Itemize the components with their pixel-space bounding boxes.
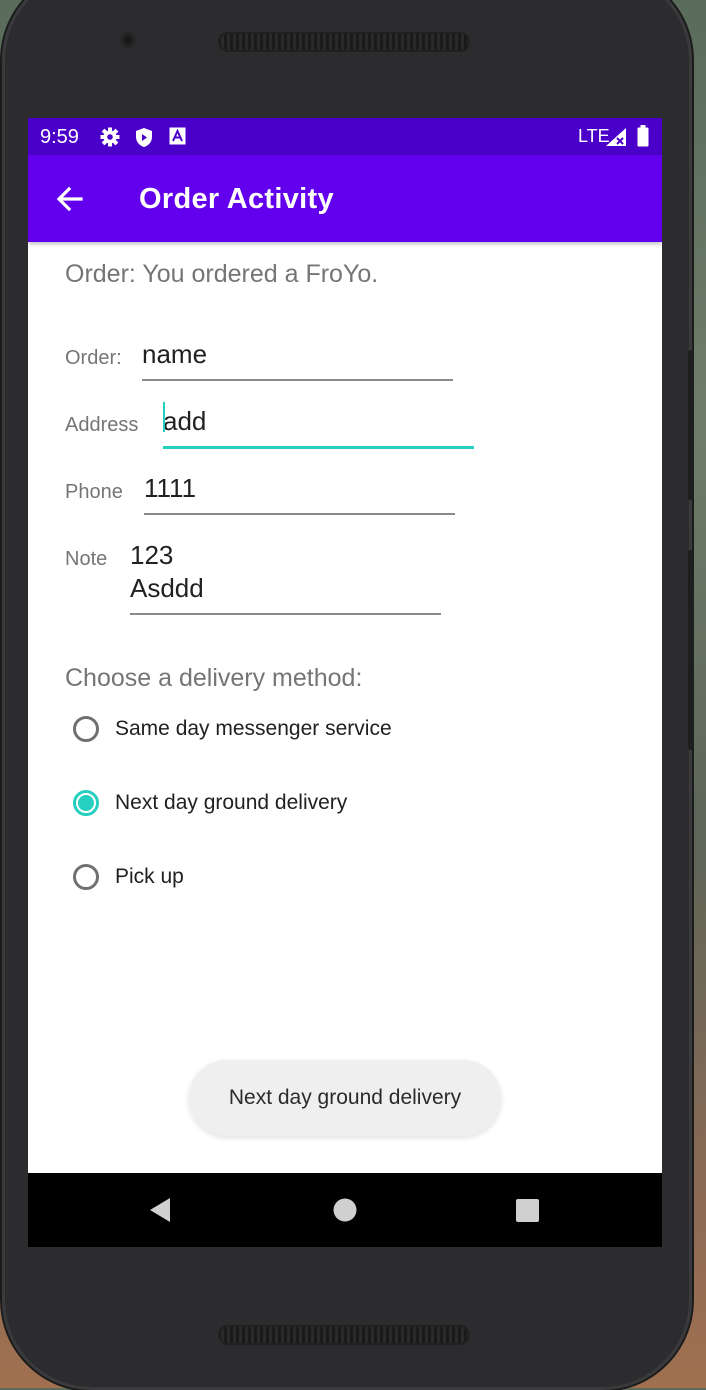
radio-dot — [78, 795, 94, 811]
nav-back-button[interactable] — [147, 1195, 173, 1230]
nav-home-button[interactable] — [333, 1195, 357, 1230]
address-label: Address — [65, 414, 139, 436]
delivery-method-heading: Choose a delivery method: — [65, 664, 363, 692]
font-a-icon — [169, 127, 186, 151]
app-bar: Order Activity — [28, 155, 662, 242]
system-nav-bar — [28, 1173, 662, 1247]
radio-button-unchecked-icon — [73, 716, 99, 742]
gear-icon — [100, 127, 120, 153]
toast-message: Next day ground delivery — [189, 1060, 501, 1136]
order-summary-text: Order: You ordered a FroYo. — [65, 260, 379, 288]
radio-same-day[interactable]: Same day messenger service — [73, 712, 413, 752]
bottom-speaker — [218, 1325, 470, 1345]
text-cursor — [163, 402, 165, 432]
radio-next-day[interactable]: Next day ground delivery — [73, 786, 373, 826]
phone-field[interactable]: 1111 — [144, 472, 455, 515]
earpiece-speaker — [218, 32, 470, 52]
front-camera — [120, 32, 136, 48]
power-button[interactable] — [688, 550, 694, 750]
status-time: 9:59 — [40, 126, 79, 148]
screen: 9:59 LTE Order Activity Order: You order… — [28, 118, 662, 1247]
signal-icon — [605, 127, 627, 153]
battery-icon — [637, 125, 649, 153]
radio-label: Next day ground delivery — [115, 791, 348, 814]
address-field[interactable]: add — [163, 405, 474, 449]
radio-pick-up[interactable]: Pick up — [73, 860, 233, 900]
note-field[interactable]: 123 Asddd — [130, 539, 441, 615]
radio-label: Same day messenger service — [115, 717, 392, 740]
order-label: Order: — [65, 347, 122, 369]
phone-label: Phone — [65, 481, 123, 503]
nav-recents-button[interactable] — [515, 1195, 541, 1230]
volume-button[interactable] — [688, 350, 694, 500]
arrow-back-icon — [56, 186, 83, 212]
radio-label: Pick up — [115, 865, 184, 888]
shield-play-icon — [134, 127, 154, 154]
radio-button-unchecked-icon — [73, 864, 99, 890]
status-bar: 9:59 LTE — [28, 118, 662, 155]
page-title: Order Activity — [139, 183, 334, 215]
back-button[interactable] — [54, 183, 88, 215]
square-recents-icon — [516, 1199, 539, 1222]
triangle-back-icon — [150, 1198, 170, 1222]
order-name-field[interactable]: name — [142, 338, 453, 381]
radio-button-checked-icon — [73, 790, 99, 816]
circle-home-icon — [333, 1198, 357, 1222]
note-label: Note — [65, 548, 108, 570]
